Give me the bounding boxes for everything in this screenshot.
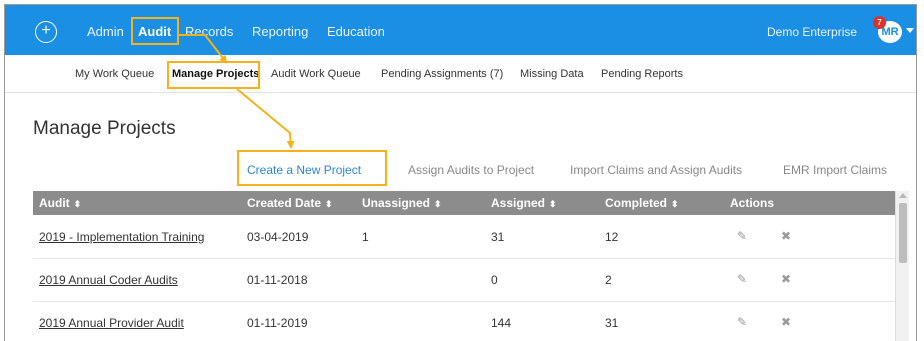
subnav-audit-work-queue[interactable]: Audit Work Queue [271, 66, 361, 82]
col-created-date[interactable]: Created Date ⬍ [247, 195, 333, 212]
top-nav: + Admin Audit Records Reporting Educatio… [5, 5, 916, 55]
sort-icon[interactable]: ⬍ [671, 199, 679, 209]
audit-name-link[interactable]: 2019 Annual Coder Audits [39, 272, 178, 288]
assigned-count: 31 [491, 230, 505, 244]
import-claims-link[interactable]: Import Claims and Assign Audits [570, 161, 742, 179]
table-scrollbar[interactable] [895, 191, 909, 341]
audit-name-link[interactable]: 2019 - Implementation Training [39, 229, 204, 245]
completed-count: 2 [605, 273, 612, 287]
col-audit[interactable]: Audit ⬍ [39, 195, 81, 212]
subnav-pending-reports[interactable]: Pending Reports [601, 66, 683, 82]
scroll-up-icon[interactable] [899, 193, 907, 198]
unassigned-count: 1 [362, 230, 369, 244]
table-header: Audit ⬍ Created Date ⬍ Unassigned ⬍ Assigne… [33, 191, 895, 215]
created-date: 01-11-2018 [247, 273, 308, 287]
sort-icon[interactable]: ⬍ [325, 199, 333, 209]
arrow-manage-to-create [236, 88, 295, 149]
edit-pencil-icon[interactable]: ✎ [737, 314, 747, 330]
assign-audits-link[interactable]: Assign Audits to Project [408, 161, 534, 179]
home-logo-icon[interactable]: + [35, 21, 57, 43]
chevron-down-icon[interactable] [906, 28, 914, 33]
col-assigned[interactable]: Assigned ⬍ [491, 195, 557, 212]
manage-projects-highlight-box [167, 61, 260, 89]
delete-x-icon[interactable]: ✖ [781, 314, 791, 330]
audit-name-link[interactable]: 2019 Annual Provider Audit [39, 315, 184, 331]
nav-education[interactable]: Education [327, 21, 385, 43]
col-unassigned[interactable]: Unassigned ⬍ [362, 195, 442, 212]
delete-x-icon[interactable]: ✖ [781, 228, 791, 244]
audit-highlight-box [131, 17, 179, 45]
created-date: 03-04-2019 [247, 230, 309, 244]
page-title: Manage Projects [33, 118, 176, 139]
scroll-thumb[interactable] [899, 203, 907, 263]
sub-nav: My Work Queue Manage Projects Audit Work… [5, 55, 916, 93]
notification-badge: 7 [873, 16, 886, 29]
edit-pencil-icon[interactable]: ✎ [737, 228, 747, 244]
table-row: 2019 - Implementation Training 03-04-201… [33, 216, 895, 259]
sort-icon[interactable]: ⬍ [74, 199, 82, 209]
nav-records[interactable]: Records [185, 21, 233, 43]
col-actions: Actions [730, 196, 775, 210]
edit-pencil-icon[interactable]: ✎ [737, 271, 747, 287]
assigned-count: 0 [491, 273, 498, 287]
delete-x-icon[interactable]: ✖ [781, 271, 791, 287]
table-row: 2019 Annual Coder Audits 01-11-2018 0 2 … [33, 259, 895, 302]
subnav-pending-assignments[interactable]: Pending Assignments (7) [381, 66, 503, 82]
enterprise-name[interactable]: Demo Enterprise [767, 22, 857, 42]
table-row: 2019 Annual Provider Audit 01-11-2019 14… [33, 302, 895, 341]
subnav-missing-data[interactable]: Missing Data [520, 66, 584, 82]
nav-reporting[interactable]: Reporting [252, 21, 308, 43]
completed-count: 12 [605, 230, 619, 244]
completed-count: 31 [605, 316, 619, 330]
app-window: + Admin Audit Records Reporting Educatio… [4, 4, 917, 341]
created-date: 01-11-2019 [247, 316, 308, 330]
nav-admin[interactable]: Admin [87, 21, 124, 43]
assigned-count: 144 [491, 316, 512, 330]
sort-icon[interactable]: ⬍ [549, 199, 557, 209]
create-project-highlight-box [237, 150, 387, 186]
sort-icon[interactable]: ⬍ [434, 199, 442, 209]
emr-import-link[interactable]: EMR Import Claims [783, 161, 887, 179]
col-completed[interactable]: Completed ⬍ [605, 195, 679, 212]
subnav-my-work-queue[interactable]: My Work Queue [75, 66, 154, 82]
